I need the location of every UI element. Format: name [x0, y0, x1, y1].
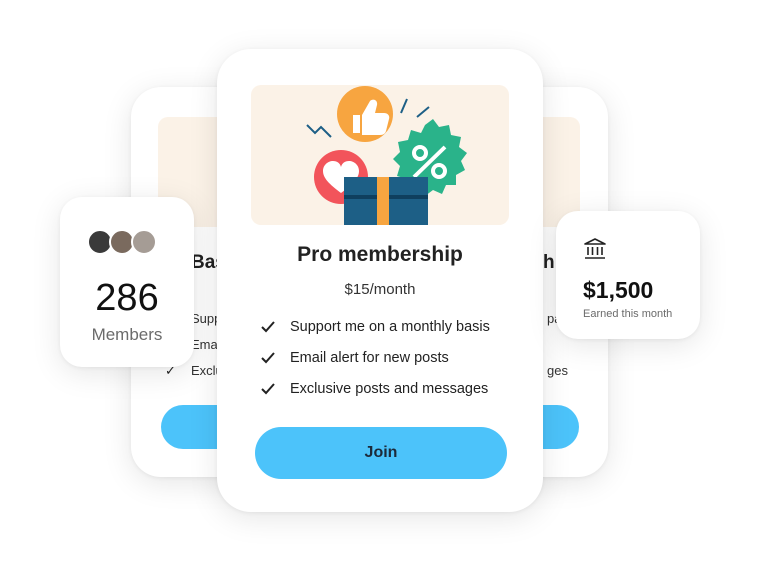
- earnings-label: Earned this month: [583, 308, 673, 320]
- earnings-amount: $1,500: [583, 277, 654, 303]
- feature-text: Support me on a monthly basis: [290, 318, 490, 335]
- pro-membership-card: Pro membership $15/month Support me on a…: [217, 49, 543, 512]
- thumbs-up-icon: [337, 86, 393, 142]
- check-icon: [261, 351, 275, 363]
- feature-item: Email alert for new posts: [261, 342, 490, 373]
- feature-list: Support me on a monthly basis Email aler…: [261, 311, 490, 404]
- gift-box-icon: [344, 177, 428, 225]
- earnings-stat-card: $1,500 Earned this month: [556, 211, 700, 339]
- feature-text: Email alert for new posts: [290, 349, 449, 366]
- feature-item: Exclusive posts and messages: [261, 373, 490, 404]
- spark-decoration: [416, 106, 430, 118]
- other-plan-feature: ges: [547, 363, 568, 378]
- plan-title: Pro membership: [297, 243, 463, 266]
- feature-item: Support me on a monthly basis: [261, 311, 490, 342]
- membership-illustration: [251, 85, 509, 225]
- members-count: 286: [95, 277, 159, 319]
- zigzag-decoration: [306, 124, 332, 138]
- gift-illustration: [306, 86, 467, 225]
- plan-price: $15/month: [344, 281, 416, 298]
- other-plan-feature: [547, 332, 568, 358]
- members-label: Members: [91, 325, 163, 344]
- members-stat-card: 286 Members: [60, 197, 194, 367]
- feature-text: Exclusive posts and messages: [290, 380, 489, 397]
- spark-decoration: [400, 98, 408, 114]
- other-plan-title: h: [543, 252, 555, 273]
- check-icon: [261, 320, 275, 332]
- member-avatars: [87, 229, 157, 255]
- join-button[interactable]: Join: [255, 427, 507, 479]
- check-icon: [261, 382, 275, 394]
- bank-icon: [584, 238, 606, 259]
- avatar: [131, 229, 157, 255]
